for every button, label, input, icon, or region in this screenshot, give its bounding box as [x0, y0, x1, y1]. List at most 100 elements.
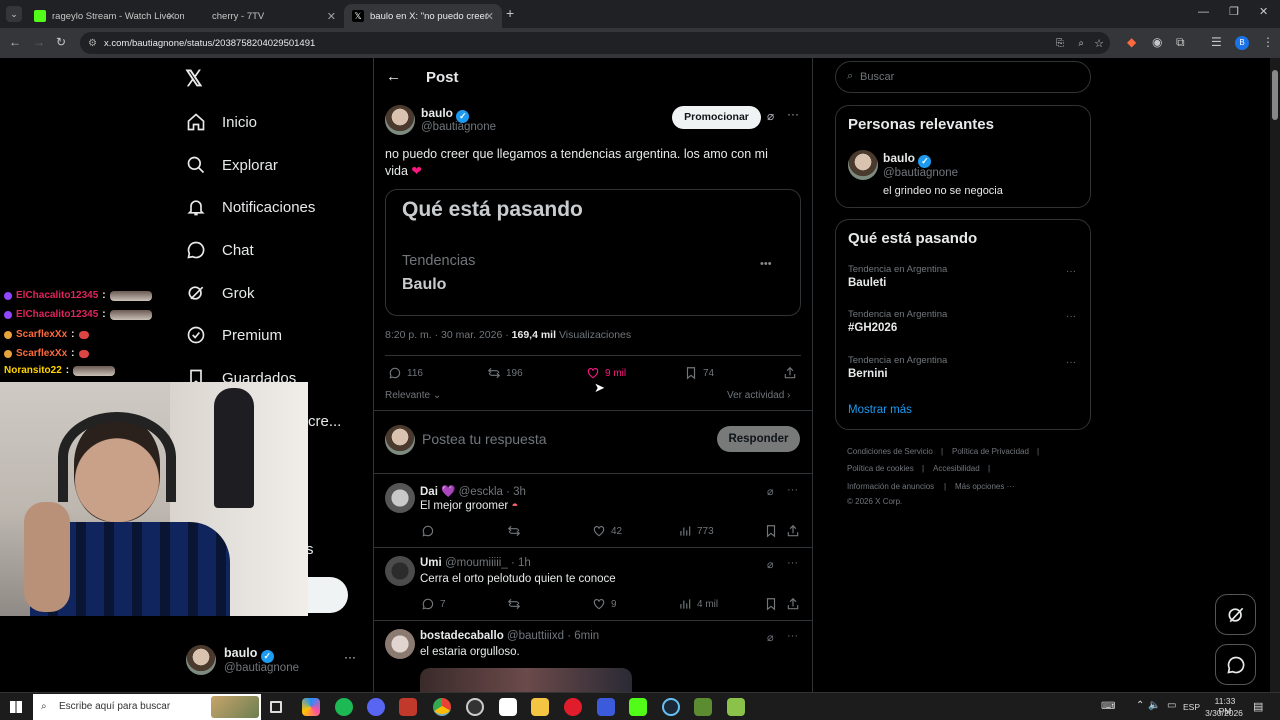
- taskbar-search-input[interactable]: ⌕ Escribe aquí para buscar: [33, 694, 261, 720]
- spotify-icon[interactable]: [335, 698, 353, 716]
- restore-icon[interactable]: ❐: [1229, 5, 1239, 18]
- reply-action[interactable]: 7: [421, 597, 446, 611]
- reply-time[interactable]: · 6min: [567, 630, 599, 642]
- new-tab-icon[interactable]: +: [506, 5, 514, 21]
- minecraft-icon[interactable]: [694, 698, 712, 716]
- avatar[interactable]: [385, 629, 415, 659]
- install-icon[interactable]: ⎘: [1056, 38, 1064, 49]
- footer-privacy-link[interactable]: Política de Privacidad: [952, 447, 1029, 456]
- footer-terms-link[interactable]: Condiciones de Servicio: [847, 447, 933, 456]
- reply-author[interactable]: Umi: [420, 557, 442, 569]
- tab-cherry[interactable]: cherry - 7TV ✕: [186, 4, 344, 28]
- avatar[interactable]: [385, 105, 415, 135]
- address-bar[interactable]: ⚙ x.com/bautiagnone/status/2038758204029…: [80, 32, 1110, 54]
- account-name[interactable]: baulo ✓: [224, 646, 274, 663]
- trend-item[interactable]: Tendencia en Argentina Bernini: [848, 355, 947, 380]
- forward-icon[interactable]: →: [33, 35, 45, 49]
- network-icon[interactable]: ▭: [1167, 700, 1176, 711]
- like-action[interactable]: 9 mil: [586, 366, 626, 380]
- grok-floating-button[interactable]: [1215, 594, 1256, 635]
- task-view-icon[interactable]: [270, 701, 282, 713]
- reply-handle[interactable]: @bauttiiixd: [507, 630, 564, 642]
- footer-accessibility-link[interactable]: Accesibilidad: [933, 464, 980, 473]
- clock-date[interactable]: 3/30/2026: [1203, 708, 1245, 718]
- reply-more-icon[interactable]: ···: [787, 484, 798, 496]
- notifications-icon[interactable]: ▤: [1253, 700, 1263, 713]
- back-arrow-icon[interactable]: ←: [386, 68, 401, 85]
- reply-media[interactable]: [420, 668, 632, 692]
- reading-list-icon[interactable]: ☰: [1211, 35, 1222, 49]
- minimize-icon[interactable]: —: [1198, 6, 1209, 18]
- author-handle[interactable]: @bautiagnone: [421, 121, 496, 133]
- sidebar-item-grok[interactable]: Grok: [186, 279, 255, 307]
- site-info-icon[interactable]: ⚙: [88, 38, 97, 49]
- sidebar-item-explorar[interactable]: Explorar: [186, 151, 278, 179]
- grok-icon[interactable]: ⌀: [767, 558, 774, 571]
- tab-search-icon[interactable]: ⌄: [6, 6, 22, 22]
- sidebar-item-chat[interactable]: Chat: [186, 236, 254, 264]
- chrome-menu-icon[interactable]: ⋮: [1262, 35, 1274, 49]
- search-input[interactable]: ⌕ Buscar: [835, 61, 1091, 93]
- steam-icon[interactable]: [662, 698, 680, 716]
- app-icon[interactable]: [597, 698, 615, 716]
- post-image[interactable]: Qué está pasando Tendencias Baulo •••: [385, 189, 801, 316]
- reply-more-icon[interactable]: ···: [787, 630, 798, 642]
- discord-icon[interactable]: [367, 698, 385, 716]
- reply-author[interactable]: bostadecaballo: [420, 630, 504, 642]
- keyboard-icon[interactable]: ⌨: [1101, 701, 1115, 712]
- account-more-icon[interactable]: ···: [344, 650, 356, 664]
- post-more-icon[interactable]: ···: [787, 107, 799, 121]
- puzzle-extensions-icon[interactable]: ⧉: [1176, 35, 1185, 50]
- copilot-icon[interactable]: [302, 698, 320, 716]
- file-explorer-icon[interactable]: [531, 698, 549, 716]
- windows-start-icon[interactable]: [10, 701, 22, 713]
- avatar[interactable]: [186, 645, 216, 675]
- like-action[interactable]: 42: [592, 524, 622, 538]
- opera-icon[interactable]: [564, 698, 582, 716]
- footer-ads-link[interactable]: Información de anuncios: [847, 482, 934, 491]
- sidebar-item-premium[interactable]: Premium: [186, 321, 282, 349]
- tab-rageylo[interactable]: rageylo Stream - Watch Live on ✕: [26, 4, 184, 28]
- bookmark-action[interactable]: 74: [684, 366, 714, 380]
- volume-icon[interactable]: 🔈: [1148, 700, 1160, 711]
- profile-avatar[interactable]: B: [1235, 36, 1249, 50]
- grok-icon[interactable]: ⌀: [767, 631, 774, 644]
- app-icon[interactable]: [727, 698, 745, 716]
- promote-button[interactable]: Promocionar: [672, 106, 761, 129]
- trend-item[interactable]: Tendencia en Argentina #GH2026: [848, 309, 947, 334]
- share-action[interactable]: [786, 524, 800, 538]
- close-tab-icon[interactable]: ✕: [167, 10, 176, 23]
- reply-action[interactable]: 116: [388, 366, 423, 380]
- avatar[interactable]: [385, 483, 415, 513]
- share-action[interactable]: [786, 597, 800, 611]
- reply-handle[interactable]: @moumiiiii_: [445, 557, 508, 569]
- extension-fox-icon[interactable]: ◆: [1127, 35, 1136, 49]
- trend-more-icon[interactable]: ···: [1066, 357, 1076, 368]
- like-action[interactable]: 9: [592, 597, 617, 611]
- bookmark-star-icon[interactable]: ☆: [1094, 37, 1104, 50]
- language-indicator[interactable]: ESP: [1183, 702, 1200, 712]
- reply-button[interactable]: Responder: [717, 426, 800, 452]
- footer-cookies-link[interactable]: Política de cookies: [847, 464, 914, 473]
- show-more-link[interactable]: Mostrar más: [848, 404, 912, 416]
- trend-more-icon[interactable]: ···: [1066, 266, 1076, 277]
- grok-explain-icon[interactable]: ⌀: [767, 109, 774, 123]
- avatar[interactable]: [848, 150, 878, 180]
- views-action[interactable]: 773: [678, 524, 714, 538]
- share-action[interactable]: [783, 366, 797, 380]
- kick-icon[interactable]: [629, 698, 647, 716]
- repost-action[interactable]: [507, 524, 526, 538]
- bookmark-action[interactable]: [764, 524, 778, 538]
- trend-item[interactable]: Tendencia en Argentina Bauleti: [848, 264, 947, 289]
- sidebar-item-truncated[interactable]: cre...: [308, 413, 341, 430]
- view-activity-link[interactable]: Ver actividad ›: [727, 390, 790, 401]
- page-scrollbar[interactable]: [1270, 58, 1280, 692]
- scrollbar-thumb[interactable]: [1272, 70, 1278, 120]
- extension-icon[interactable]: ◉: [1152, 35, 1162, 49]
- footer-more-link[interactable]: Más opciones ···: [955, 482, 1015, 491]
- grok-icon[interactable]: ⌀: [767, 485, 774, 498]
- reload-icon[interactable]: ↻: [56, 35, 66, 49]
- x-logo-icon[interactable]: 𝕏: [185, 66, 203, 92]
- sidebar-item-inicio[interactable]: Inicio: [186, 108, 257, 136]
- reply-time[interactable]: · 3h: [506, 486, 526, 498]
